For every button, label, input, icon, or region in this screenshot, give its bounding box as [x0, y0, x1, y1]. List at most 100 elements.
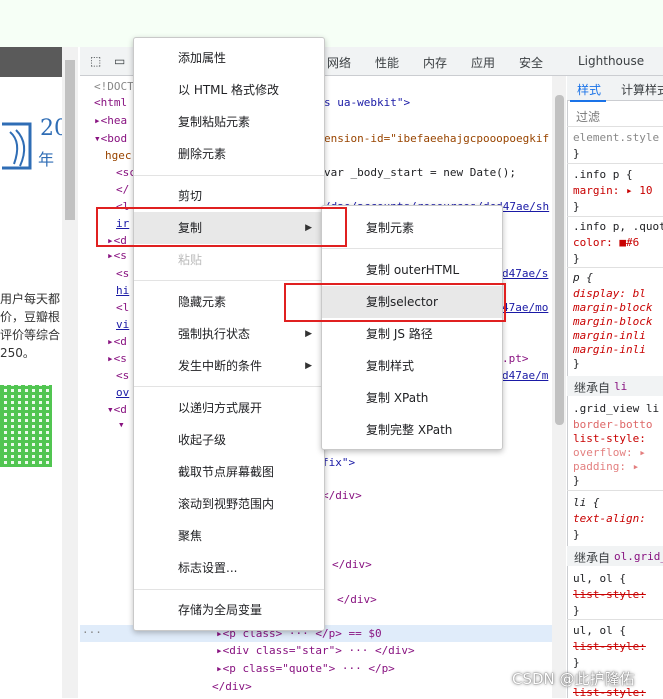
- dom-node-line[interactable]: </div>: [212, 680, 252, 693]
- highlight-box-copy-selector: [284, 283, 506, 322]
- css-rule-line[interactable]: margin-block: [573, 315, 652, 328]
- menu-item-focus[interactable]: 聚焦: [134, 520, 324, 552]
- menu-item-delete-element[interactable]: 删除元素: [134, 138, 324, 170]
- css-rule-line[interactable]: }: [573, 147, 580, 160]
- menu-item-badge-settings[interactable]: 标志设置...: [134, 552, 324, 584]
- menu-item-break-on[interactable]: 发生中断的条件 ▶: [134, 350, 324, 382]
- tab-lighthouse[interactable]: Lighthouse: [578, 54, 644, 68]
- css-rule-line[interactable]: }: [573, 604, 580, 617]
- css-rule-line[interactable]: }: [573, 474, 580, 487]
- tab-memory[interactable]: 内存: [423, 54, 447, 71]
- dom-node-line[interactable]: ▸<div class="star"> ··· </div>: [216, 644, 415, 657]
- menu-item-scroll-into-view[interactable]: 滚动到视野范围内: [134, 488, 324, 520]
- dom-node-line[interactable]: ▾<d: [107, 403, 127, 416]
- dom-node-line[interactable]: <!DOCT: [94, 80, 134, 93]
- inspect-element-icon[interactable]: ⬚: [90, 54, 101, 68]
- submenu-item-copy-xpath[interactable]: 复制 XPath: [322, 382, 502, 414]
- dom-node-line-tail[interactable]: d47ae/m: [502, 369, 548, 382]
- tab-network[interactable]: 网络: [327, 54, 351, 71]
- dom-node-line-tail[interactable]: .pt>: [502, 352, 529, 365]
- dom-node-line[interactable]: </div>: [322, 489, 362, 502]
- dom-node-line[interactable]: <s: [116, 267, 129, 280]
- css-rule-line[interactable]: li {: [573, 496, 600, 509]
- dom-node-line[interactable]: vi: [116, 318, 129, 331]
- dom-node-line[interactable]: ▸<s: [107, 249, 127, 262]
- css-rule-line[interactable]: }: [573, 528, 580, 541]
- css-rule-line[interactable]: ul, ol {: [573, 572, 626, 585]
- dom-node-line[interactable]: <s: [116, 369, 129, 382]
- dom-node-line-tail[interactable]: var _body_start = new Date();: [324, 166, 516, 179]
- css-rule-line[interactable]: margin-inli: [573, 343, 646, 356]
- dom-node-line[interactable]: <html: [94, 96, 127, 109]
- menu-item-store-as-global-variable[interactable]: 存储为全局变量: [134, 594, 324, 626]
- menu-item-force-state[interactable]: 强制执行状态 ▶: [134, 318, 324, 350]
- menu-item-add-attribute[interactable]: 添加属性: [134, 42, 324, 74]
- tab-performance[interactable]: 性能: [375, 54, 399, 71]
- css-rule-line[interactable]: .grid_view li: [573, 402, 659, 415]
- dom-node-line[interactable]: fix">: [322, 456, 355, 469]
- submenu-item-copy-js-path[interactable]: 复制 JS 路径: [322, 318, 502, 350]
- css-rule-line[interactable]: p {: [573, 271, 593, 284]
- css-rule-line[interactable]: margin-block: [573, 301, 652, 314]
- divider: [567, 216, 663, 217]
- css-rule-line[interactable]: color: ■#6: [573, 236, 639, 249]
- tab-styles[interactable]: 样式: [577, 81, 601, 98]
- css-rule-line[interactable]: }: [573, 252, 580, 265]
- page-scrollbar-thumb[interactable]: [65, 60, 75, 220]
- css-rule-line[interactable]: .info p {: [573, 168, 633, 181]
- css-rule-line[interactable]: margin: ▸ 10: [573, 184, 652, 197]
- styles-filter-input[interactable]: 过滤: [576, 108, 600, 125]
- css-rule-line[interactable]: ul, ol {: [573, 624, 626, 637]
- dom-node-line[interactable]: ov: [116, 386, 129, 399]
- css-rule-line[interactable]: display: bl: [573, 287, 646, 300]
- tab-security[interactable]: 安全: [519, 54, 543, 71]
- submenu-item-copy-outerhtml[interactable]: 复制 outerHTML: [322, 254, 502, 286]
- dom-node-line[interactable]: hi: [116, 284, 129, 297]
- css-rule-line[interactable]: .info p, .quot: [573, 220, 663, 233]
- device-toolbar-icon[interactable]: ▭: [114, 54, 125, 68]
- menu-item-collapse-children[interactable]: 收起子级: [134, 424, 324, 456]
- dom-node-line[interactable]: ▸<hea: [94, 114, 127, 127]
- submenu-item-copy-styles[interactable]: 复制样式: [322, 350, 502, 382]
- dom-node-line[interactable]: </div>: [337, 593, 377, 606]
- css-rule-line[interactable]: }: [573, 200, 580, 213]
- inherited-selector[interactable]: li: [614, 380, 627, 393]
- css-rule-line[interactable]: element.style {: [573, 131, 663, 144]
- dom-node-line[interactable]: ▸<p class="quote"> ··· </p>: [216, 662, 395, 675]
- dom-node-line[interactable]: hgec: [105, 149, 132, 162]
- css-rule-line[interactable]: list-style:: [573, 432, 646, 445]
- menu-item-edit-as-html[interactable]: 以 HTML 格式修改: [134, 74, 324, 106]
- dom-node-line[interactable]: ▾<bod: [94, 132, 127, 145]
- submenu-item-copy-element[interactable]: 复制元素: [322, 212, 502, 244]
- css-rule-line[interactable]: list-style:: [573, 588, 646, 601]
- css-rule-line[interactable]: text-align:: [573, 512, 646, 525]
- css-rule-line[interactable]: }: [573, 357, 580, 370]
- dom-node-line[interactable]: ▸<d: [107, 335, 127, 348]
- dom-node-line[interactable]: <l: [116, 301, 129, 314]
- css-rule-line[interactable]: list-style:: [573, 640, 646, 653]
- dom-node-line-tail[interactable]: ension-id="ibefaeehajgcpooopoegkif: [324, 132, 549, 145]
- menu-separator: [134, 589, 324, 590]
- submenu-item-copy-full-xpath[interactable]: 复制完整 XPath: [322, 414, 502, 446]
- tab-application[interactable]: 应用: [471, 54, 495, 71]
- dom-node-line[interactable]: </: [116, 183, 129, 196]
- css-rule-line[interactable]: margin-inli: [573, 329, 646, 342]
- menu-item-capture-node-screenshot[interactable]: 截取节点屏幕截图: [134, 456, 324, 488]
- css-rule-line[interactable]: padding: ▸: [573, 460, 639, 473]
- tab-computed[interactable]: 计算样式: [621, 81, 663, 98]
- dom-node-line-tail[interactable]: 47ae/mo: [502, 301, 548, 314]
- dom-node-line[interactable]: ▾: [118, 418, 125, 431]
- css-rule-line[interactable]: overflow: ▸: [573, 446, 646, 459]
- selected-row-ellipsis[interactable]: ···: [82, 626, 102, 639]
- menu-separator: [134, 280, 324, 281]
- dom-node-line[interactable]: </div>: [332, 558, 372, 571]
- css-rule-line[interactable]: border-botto: [573, 418, 652, 431]
- dom-node-line-tail[interactable]: d47ae/s: [502, 267, 548, 280]
- elements-scrollbar-thumb[interactable]: [555, 95, 564, 425]
- webpage-header-bar: [0, 47, 62, 77]
- dom-node-line-tail[interactable]: s ua-webkit">: [324, 96, 410, 109]
- menu-item-duplicate-element[interactable]: 复制粘贴元素: [134, 106, 324, 138]
- menu-item-expand-recursively[interactable]: 以递归方式展开: [134, 392, 324, 424]
- inherited-selector[interactable]: ol.grid_: [614, 550, 663, 563]
- dom-node-line[interactable]: ▸<s: [107, 352, 127, 365]
